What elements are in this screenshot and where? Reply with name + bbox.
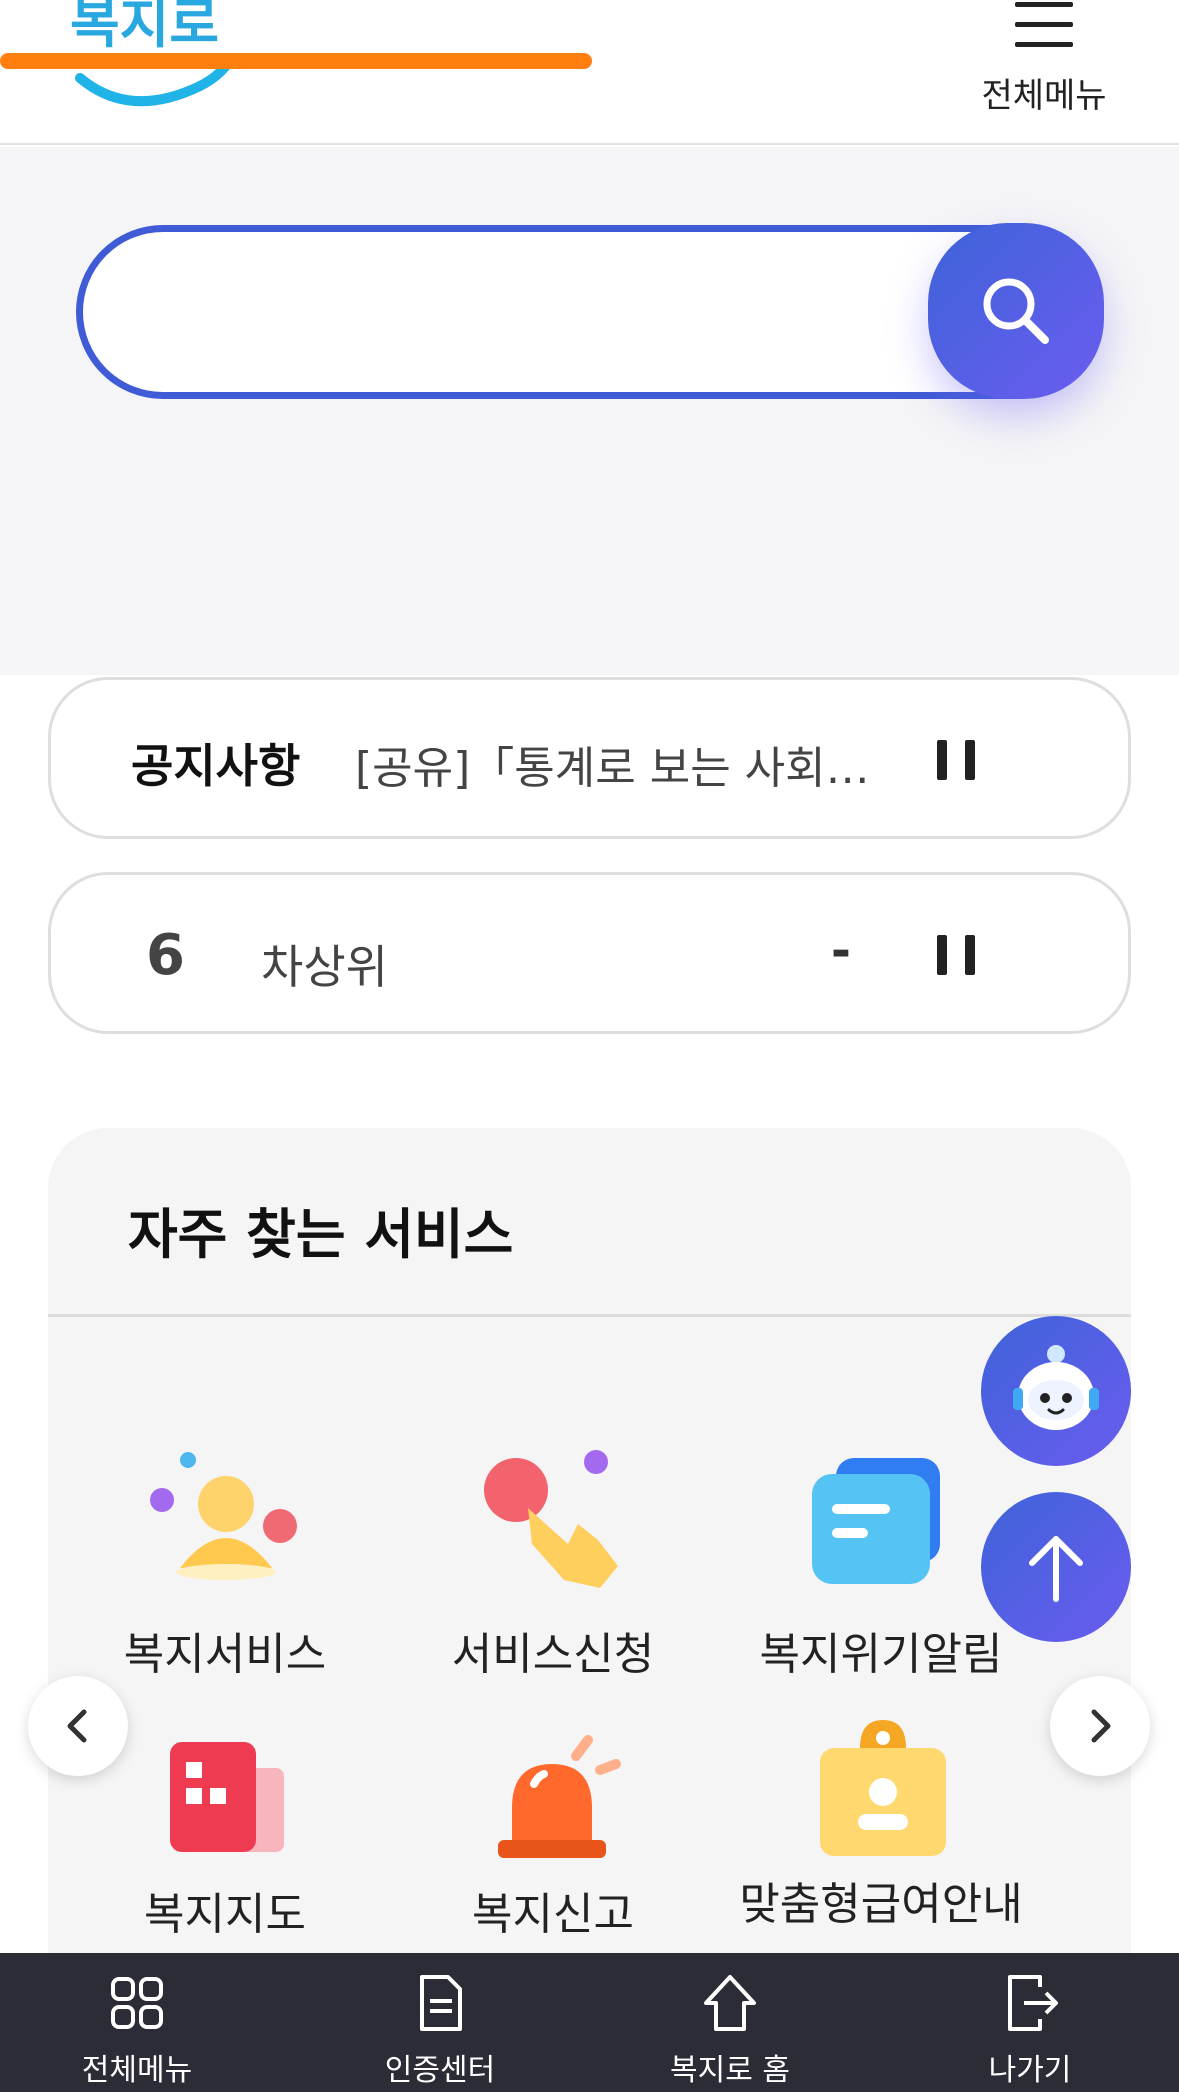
- services-title: 자주 찾는 서비스: [128, 1203, 514, 1266]
- nav-home[interactable]: 복지로 홈: [630, 1953, 830, 2092]
- notice-text[interactable]: [공유]「통계로 보는 사회…: [355, 732, 915, 796]
- chatbot-robot-icon: [1013, 1345, 1099, 1430]
- nav-label: 복지로 홈: [670, 2053, 790, 2088]
- full-menu-label: 전체메뉴: [981, 76, 1107, 116]
- notice-pause-icon[interactable]: [934, 740, 978, 780]
- siren-icon: [468, 1728, 638, 1878]
- service-label: 복지신고: [472, 1889, 634, 1940]
- hand-pointer-icon: [468, 1448, 638, 1598]
- home-icon: [704, 1975, 756, 2031]
- svg-text:복지로: 복지로: [70, 0, 219, 55]
- popular-keyword-ticker[interactable]: 6 차상위 -: [48, 872, 1131, 1034]
- nav-label: 나가기: [988, 2053, 1072, 2088]
- search-button[interactable]: [928, 223, 1104, 399]
- service-label: 복지지도: [144, 1889, 306, 1940]
- divider: [48, 1314, 1131, 1317]
- notice-title: 공지사항: [131, 739, 301, 793]
- search-input[interactable]: [123, 252, 943, 372]
- chevron-left-icon: [67, 1709, 87, 1743]
- service-label: 서비스신청: [451, 1629, 655, 1680]
- orange-annotation-line: [0, 53, 592, 69]
- bottom-navigation: 전체메뉴 인증센터 복지로 홈 나가기: [0, 1953, 1179, 2092]
- map-block-icon: [140, 1728, 310, 1878]
- app-header: 복지로 전체메뉴: [0, 0, 1179, 145]
- keyword-rank: 6: [146, 923, 185, 988]
- rank-change: -: [831, 923, 851, 979]
- search-icon: [983, 278, 1049, 344]
- keyword-pause-icon[interactable]: [934, 935, 978, 975]
- carousel-next-button[interactable]: [1050, 1676, 1150, 1776]
- scroll-top-button[interactable]: [981, 1492, 1131, 1642]
- hamburger-icon: [1015, 2, 1073, 50]
- chevron-right-icon: [1091, 1709, 1111, 1743]
- grid-icon: [111, 1977, 163, 2029]
- service-label: 복지위기알림: [759, 1629, 1003, 1680]
- keyword-text[interactable]: 차상위: [261, 931, 388, 997]
- service-label: 복지서비스: [123, 1629, 327, 1680]
- nav-auth-center[interactable]: 인증센터: [340, 1953, 540, 2092]
- carousel-prev-button[interactable]: [28, 1676, 128, 1776]
- exit-icon: [1008, 1975, 1058, 2031]
- person-icon: [140, 1448, 310, 1598]
- service-label: 맞춤형급여안내: [739, 1879, 1023, 1930]
- nav-label: 인증센터: [384, 2053, 496, 2088]
- nav-label: 전체메뉴: [81, 2053, 193, 2088]
- search-section: [0, 147, 1179, 675]
- id-card-icon: [796, 1718, 966, 1868]
- nav-full-menu[interactable]: 전체메뉴: [37, 1953, 237, 2092]
- document-icon: [420, 1975, 462, 2031]
- full-menu-button[interactable]: 전체메뉴: [969, 0, 1119, 120]
- chat-card-icon: [796, 1448, 966, 1598]
- nav-exit[interactable]: 나가기: [930, 1953, 1130, 2092]
- frequent-services: 자주 찾는 서비스 복지서비스 서비스신청 복지위기알림 복지지도 복지신고 맞…: [48, 1128, 1131, 2028]
- notice-ticker[interactable]: 공지사항 [공유]「통계로 보는 사회…: [48, 677, 1131, 839]
- arrow-up-icon: [1029, 1536, 1083, 1602]
- chatbot-button[interactable]: [981, 1316, 1131, 1466]
